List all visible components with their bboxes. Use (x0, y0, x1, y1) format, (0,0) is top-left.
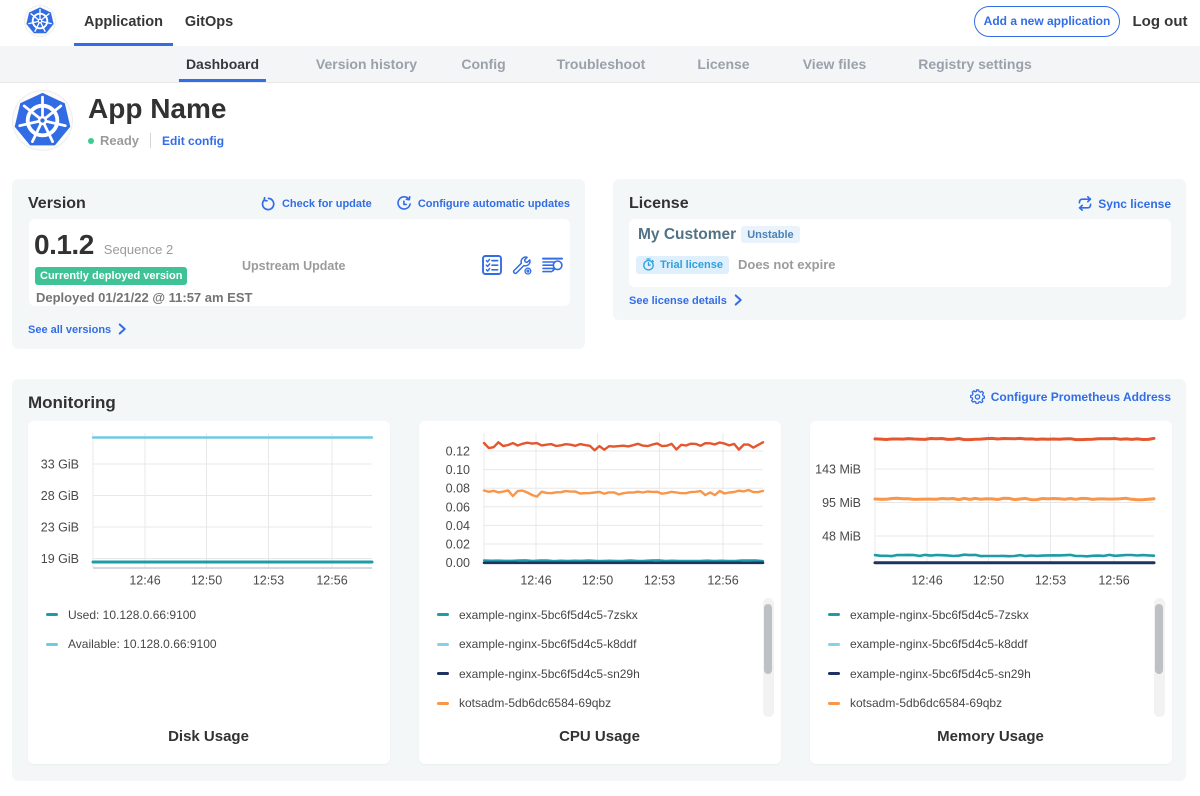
svg-text:23 GiB: 23 GiB (40, 521, 78, 535)
svg-text:12:53: 12:53 (252, 574, 283, 588)
svg-text:28 GiB: 28 GiB (40, 489, 78, 503)
svg-text:12:56: 12:56 (1098, 574, 1129, 588)
svg-text:0.10: 0.10 (445, 463, 469, 477)
svg-text:0.02: 0.02 (445, 538, 469, 552)
svg-text:0.08: 0.08 (445, 482, 469, 496)
svg-text:12:46: 12:46 (911, 574, 942, 588)
svg-text:143 MiB: 143 MiB (815, 463, 861, 477)
svg-text:33 GiB: 33 GiB (40, 458, 78, 472)
svg-text:0.00: 0.00 (445, 556, 469, 570)
svg-text:12:50: 12:50 (190, 574, 221, 588)
svg-text:12:50: 12:50 (581, 574, 612, 588)
svg-text:48 MiB: 48 MiB (822, 530, 861, 544)
svg-text:0.12: 0.12 (445, 445, 469, 459)
svg-text:12:46: 12:46 (520, 574, 551, 588)
svg-text:12:53: 12:53 (1034, 574, 1065, 588)
svg-text:0.04: 0.04 (445, 519, 469, 533)
svg-text:95 MiB: 95 MiB (822, 496, 861, 510)
svg-text:12:50: 12:50 (972, 574, 1003, 588)
svg-text:12:53: 12:53 (643, 574, 674, 588)
svg-text:12:46: 12:46 (129, 574, 160, 588)
svg-text:0.06: 0.06 (445, 500, 469, 514)
svg-text:19 GiB: 19 GiB (40, 552, 78, 566)
svg-text:12:56: 12:56 (316, 574, 347, 588)
svg-text:12:56: 12:56 (707, 574, 738, 588)
